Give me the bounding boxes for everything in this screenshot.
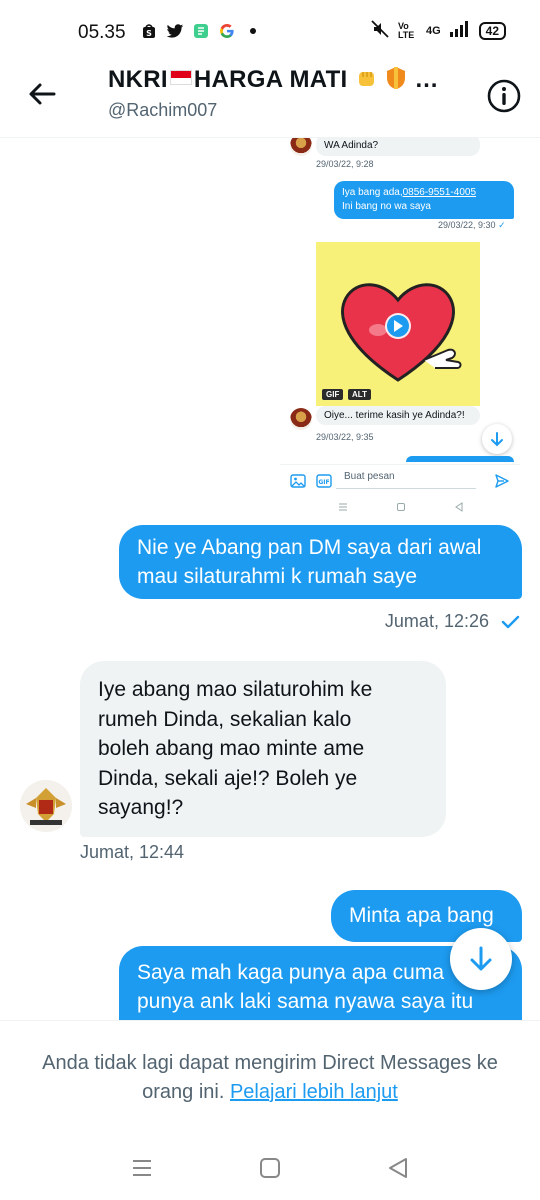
- indonesia-flag-icon: [169, 70, 192, 85]
- title-text-1: NKRI: [108, 66, 168, 93]
- message-line: rumeh Dinda, sekalian kalo: [98, 707, 352, 731]
- title-ellipsis: …: [414, 66, 439, 93]
- message-line: sayang!?: [98, 796, 184, 819]
- home-icon: [260, 1158, 280, 1178]
- check-icon: [501, 616, 520, 629]
- scroll-to-bottom-button[interactable]: [450, 928, 512, 990]
- user-handle[interactable]: @Rachim007: [108, 100, 217, 121]
- message-outgoing-1[interactable]: Nie ye Abang pan DM saya dari awal mau s…: [119, 525, 522, 599]
- embedded-composer: GIF Buat pesan: [280, 464, 520, 494]
- system-nav-bar: [0, 1140, 540, 1200]
- learn-more-link[interactable]: Pelajari lebih lanjut: [230, 1081, 398, 1103]
- notification-icons: S: [140, 22, 262, 40]
- message-line: Minta apa bang: [349, 904, 494, 927]
- embedded-avatar-2: [290, 408, 312, 430]
- emblem-avatar-icon: [20, 780, 72, 832]
- timestamp-text: Jumat, 12:26: [384, 611, 489, 631]
- back-arrow-icon: [29, 83, 56, 105]
- home-button[interactable]: [258, 1156, 282, 1180]
- embedded-home-icon: [397, 503, 405, 511]
- network-label: 4G: [425, 24, 441, 37]
- embedded-msg2-prefix: Iya bang ada,: [342, 187, 403, 198]
- embedded-check-icon: ✓: [498, 220, 506, 230]
- status-time: 05.35: [78, 22, 126, 43]
- signal-icon: [449, 21, 471, 40]
- embedded-message-3: Oiye... terime kasih ye Adinda?!: [316, 406, 480, 425]
- app-icon: [192, 22, 210, 40]
- mute-icon: [370, 20, 390, 41]
- fist-emoji-icon: [358, 72, 374, 86]
- embedded-message-2: Iya bang ada,0856-9551-4005 Ini bang no …: [334, 181, 514, 219]
- embedded-time-3: 29/03/22, 9:35: [316, 432, 374, 442]
- dot-icon: [244, 22, 262, 40]
- embedded-phone-link: 0856-9551-4005: [402, 187, 477, 198]
- embedded-time-2-text: 29/03/22, 9:30: [438, 220, 496, 230]
- shop-icon: S: [140, 22, 158, 40]
- avatar[interactable]: [20, 780, 72, 832]
- info-icon: [487, 79, 521, 113]
- embedded-menu-icon: [339, 503, 347, 511]
- message-timestamp-1: Jumat, 12:26: [385, 611, 520, 632]
- embedded-avatar: [290, 138, 312, 156]
- svg-text:S: S: [146, 29, 152, 38]
- volte-label: Vo LTE: [397, 20, 415, 40]
- message-line: punya ank laki sama nyawa saya itu: [137, 990, 474, 1013]
- battery-indicator: 42: [478, 21, 506, 40]
- message-timestamp-2: Jumat, 12:44: [80, 842, 185, 862]
- message-line: Dinda, sekali aje!? Boleh ye: [98, 766, 358, 790]
- status-bar: 05.35 S Vo LTE 4G 42: [0, 0, 540, 62]
- recent-apps-button[interactable]: [130, 1156, 154, 1180]
- alt-badge: ALT: [348, 389, 371, 400]
- conversation-header: NKRI HARGA MATI … @Rachim007: [0, 62, 540, 138]
- embedded-time-2: 29/03/22, 9:30 ✓: [438, 220, 506, 231]
- back-nav-icon: [389, 1158, 407, 1178]
- back-nav-button[interactable]: [386, 1156, 410, 1180]
- embedded-blue-strip: [406, 456, 514, 462]
- message-incoming-1[interactable]: Iye abang mao silaturohim ke rumeh Dinda…: [80, 661, 446, 837]
- embedded-time-1: 29/03/22, 9:28: [316, 159, 374, 169]
- shield-emoji-icon: [387, 67, 406, 89]
- embedded-back-icon: [455, 502, 463, 512]
- info-button[interactable]: [486, 78, 522, 114]
- google-icon: [218, 22, 236, 40]
- twitter-icon: [166, 22, 184, 40]
- embedded-nav-bar: [280, 498, 520, 518]
- embedded-scroll-button: [482, 424, 512, 454]
- embedded-message-1: WA Adinda?: [316, 138, 480, 156]
- message-line: Nie ye Abang pan DM saya dari awal: [137, 536, 482, 559]
- gif-icon: GIF: [316, 474, 332, 488]
- embedded-scroll-down-icon: [491, 432, 503, 447]
- message-line: mau silaturahmi k rumah saye: [137, 565, 418, 588]
- message-line: Saya mah kaga punya apa cuma: [137, 961, 445, 984]
- system-icons: Vo LTE 4G 42: [370, 20, 506, 41]
- embedded-msg2-line2: Ini bang no wa saya: [342, 201, 431, 212]
- embedded-message-input: Buat pesan: [336, 469, 476, 489]
- menu-icon: [133, 1160, 151, 1176]
- message-line: Iye abang mao silaturohim ke: [98, 678, 373, 701]
- svg-text:GIF: GIF: [318, 479, 329, 486]
- dm-disabled-notice: Anda tidak lagi dapat mengirim Direct Me…: [0, 1020, 540, 1140]
- heart-gif-icon: [341, 283, 462, 382]
- send-icon: [495, 474, 509, 488]
- embedded-gif: GIF ALT: [316, 242, 480, 406]
- title-text-2: HARGA MATI: [193, 66, 348, 93]
- back-button[interactable]: [24, 76, 60, 112]
- image-icon: [290, 474, 306, 488]
- message-line: boleh abang mao minte ame: [98, 737, 365, 760]
- gif-badge: GIF: [322, 389, 344, 400]
- shared-screenshot-image[interactable]: WA Adinda? 29/03/22, 9:28 Iya bang ada,0…: [280, 138, 520, 518]
- conversation-title[interactable]: NKRI HARGA MATI …: [108, 66, 439, 94]
- scroll-down-icon: [470, 946, 492, 971]
